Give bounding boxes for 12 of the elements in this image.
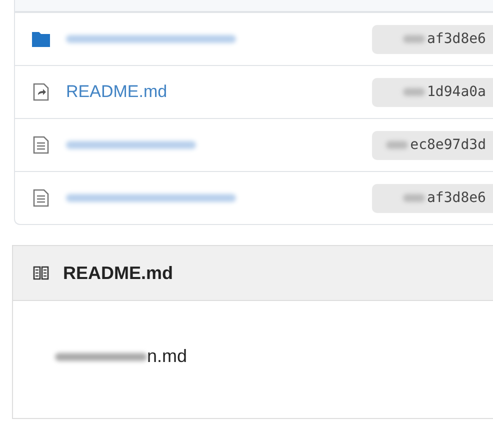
commit-hash-badge[interactable]: 1d94a0a (372, 78, 493, 106)
file-link[interactable]: README.md (66, 82, 168, 102)
commit-hash-badge[interactable]: af3d8e6 (372, 184, 493, 212)
commit-hash-badge[interactable]: ec8e97d3d (372, 130, 493, 160)
readme-title: README.md (63, 262, 174, 284)
file-icon (33, 136, 49, 154)
readme-text: n.md (147, 346, 188, 367)
file-shortcut-icon (33, 83, 49, 101)
folder-icon (32, 31, 50, 47)
commit-hash-badge[interactable]: af3d8e6 (372, 24, 493, 54)
file-icon (33, 189, 49, 207)
book-icon (33, 266, 49, 280)
